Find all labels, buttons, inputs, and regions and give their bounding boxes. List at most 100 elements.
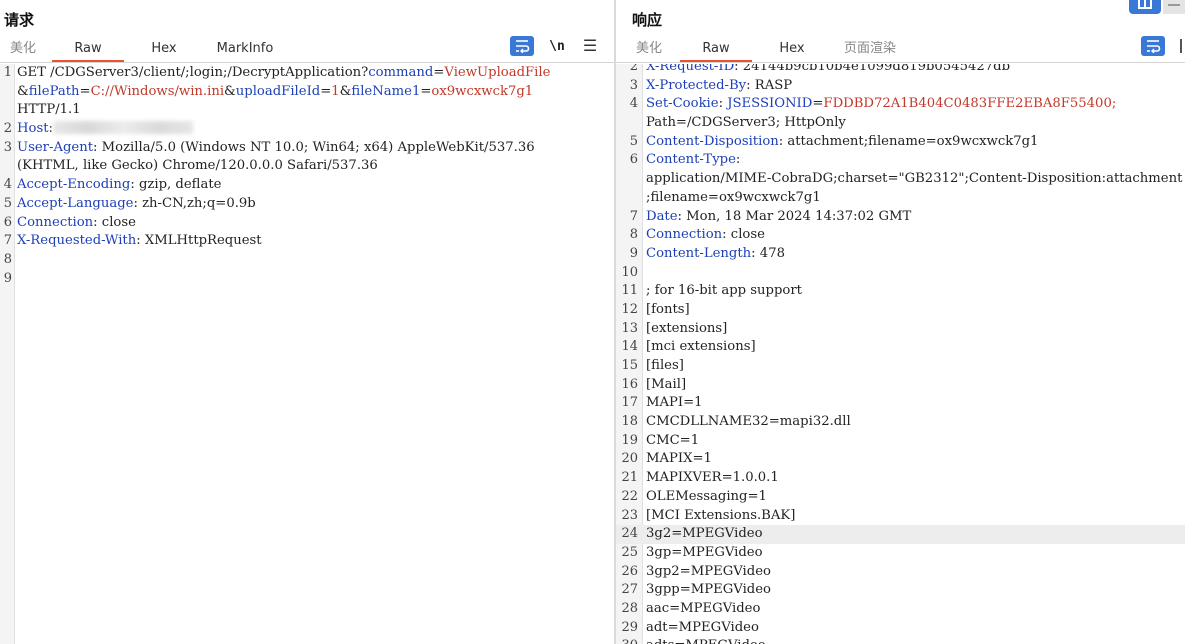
code-line: 24 3g2=MPEGVideo [616, 525, 1185, 544]
code-text: : [718, 96, 728, 112]
code-line: 11 ; for 16-bit app support [616, 282, 1185, 301]
tab-pretty[interactable]: 美化 [628, 38, 674, 62]
line-number: 29 [621, 619, 638, 635]
split-layout-icon [1138, 0, 1152, 9]
code-line: application/MIME-CobraDG;charset="GB2312… [616, 170, 1185, 189]
code-line: 8 Connection: close [616, 226, 1185, 245]
code-line: Path=/CDGServer3; HttpOnly [616, 114, 1185, 133]
tab-pretty[interactable]: 美化 [0, 38, 48, 62]
code-text: : gzip, deflate [130, 177, 222, 193]
code-text: HTTP/1.1 [17, 102, 81, 118]
code-text: [mci extensions] [646, 339, 756, 355]
code-text: : 478 [751, 245, 785, 261]
code-text: : RASP [746, 77, 793, 93]
code-text: [MCI Extensions.BAK] [646, 507, 796, 523]
header-key: command [368, 65, 434, 80]
line-number: 27 [621, 582, 638, 598]
code-text: CMCDLLNAME32=mapi32.dll [646, 414, 851, 430]
request-editor[interactable]: 1 GET /CDGServer3/client/;login;/DecryptA… [0, 64, 614, 644]
code-line: 6 Content-Type: [616, 151, 1185, 170]
code-text: ; for 16-bit app support [646, 283, 802, 299]
kebab-icon [1179, 39, 1182, 53]
code-line: 19 CMC=1 [616, 432, 1185, 451]
header-key: Content-Disposition [646, 133, 779, 149]
request-pane: 请求 美化 Raw Hex MarkInfo \n ☰ 1 GET /CDGSer… [0, 0, 614, 644]
show-newlines-button[interactable]: \n [545, 36, 569, 56]
tab-raw[interactable]: Raw [680, 38, 752, 62]
wrap-lines-icon [1147, 40, 1161, 53]
layout-stack-button[interactable] [1163, 0, 1185, 14]
line-number: 16 [621, 376, 638, 392]
request-code: 1 GET /CDGServer3/client/;login;/DecryptA… [0, 64, 614, 288]
code-line: 21 MAPIXVER=1.0.0.1 [616, 469, 1185, 488]
header-key: Content-Length [646, 245, 752, 261]
line-number: 17 [621, 395, 638, 411]
tab-hex[interactable]: Hex [134, 38, 194, 62]
header-key: Accept-Encoding [17, 177, 131, 193]
code-text: ;filename=ox9wcxwck7g1 [646, 189, 821, 205]
code-text: = [420, 83, 432, 99]
code-line: 3 User-Agent: Mozilla/5.0 (Windows NT 10.… [0, 139, 614, 158]
line-number: 7 [629, 208, 638, 224]
response-pane: 响应 美化 Raw Hex 页面渲染 2 X-Request-ID: 24144b… [616, 0, 1185, 644]
code-line: 27 3gpp=MPEGVideo [616, 581, 1185, 600]
line-number: 8 [3, 251, 12, 267]
response-code: 2 X-Request-ID: 24144b9cb10b4e1099d819b05… [616, 64, 1185, 644]
code-text: [extensions] [646, 320, 728, 336]
header-key: JSESSIONID [727, 96, 813, 112]
request-title: 请求 [4, 11, 35, 29]
code-text: GET /CDGServer3/client/;login;/DecryptAp… [17, 65, 369, 80]
line-number: 9 [3, 270, 12, 286]
line-number: 25 [621, 544, 638, 560]
line-number: 28 [621, 600, 638, 616]
code-text: : close [722, 227, 765, 243]
redacted-host [52, 121, 193, 135]
code-text: : Mon, 18 Mar 2024 14:37:02 GMT [677, 208, 912, 224]
code-line: 6 Connection: close [0, 214, 614, 233]
code-text: : [735, 152, 741, 168]
line-number: 6 [3, 214, 12, 230]
code-text: : close [93, 214, 136, 230]
code-text: : Mozilla/5.0 (Windows NT 10.0; Win64; x… [93, 139, 535, 155]
header-key: X-Protected-By [646, 77, 747, 93]
tab-render[interactable]: 页面渲染 [830, 38, 910, 62]
more-options-button[interactable] [1176, 36, 1185, 56]
line-number: 20 [621, 451, 638, 467]
code-line: 7 Date: Mon, 18 Mar 2024 14:37:02 GMT [616, 208, 1185, 227]
line-number: 6 [629, 152, 638, 168]
code-text: : attachment;filename=ox9wcxwck7g1 [778, 133, 1039, 149]
header-key: User-Agent [17, 139, 94, 155]
request-tabs: 美化 Raw Hex MarkInfo [0, 38, 290, 62]
code-line: ;filename=ox9wcxwck7g1 [616, 189, 1185, 208]
code-line: 5 Accept-Language: zh-CN,zh;q=0.9b [0, 195, 614, 214]
line-number: 9 [629, 245, 638, 261]
code-line: 4 Set-Cookie: JSESSIONID=FDDBD72A1B404C04… [616, 95, 1185, 114]
code-line: 14 [mci extensions] [616, 338, 1185, 357]
header-divider [616, 62, 1185, 63]
code-line: 18 CMCDLLNAME32=mapi32.dll [616, 413, 1185, 432]
code-line: 2 X-Request-ID: 24144b9cb10b4e1099d819b05… [616, 64, 1185, 77]
tab-markinfo[interactable]: MarkInfo [200, 38, 290, 62]
code-line: 17 MAPI=1 [616, 394, 1185, 413]
line-number: 26 [621, 563, 638, 579]
tab-raw[interactable]: Raw [52, 38, 124, 62]
code-line: 15 [files] [616, 357, 1185, 376]
layout-split-button[interactable] [1129, 0, 1161, 14]
line-number: 24 [621, 526, 638, 542]
code-line: 22 OLEMessaging=1 [616, 488, 1185, 507]
wrap-lines-button[interactable] [1141, 36, 1165, 56]
code-text: (KHTML, like Gecko) Chrome/120.0.0.0 Saf… [17, 158, 378, 174]
menu-icon[interactable]: ☰ [578, 36, 602, 56]
code-text: adt=MPEGVideo [646, 619, 759, 635]
line-number: 12 [621, 301, 638, 317]
tab-hex[interactable]: Hex [762, 38, 822, 62]
code-text: & [224, 83, 236, 99]
code-line: 26 3gp2=MPEGVideo [616, 563, 1185, 582]
line-number: 4 [3, 177, 12, 193]
line-number: 14 [621, 339, 638, 355]
header-key: filePath [28, 83, 80, 99]
line-number: 11 [621, 283, 638, 299]
response-editor[interactable]: 2 X-Request-ID: 24144b9cb10b4e1099d819b05… [616, 64, 1185, 644]
wrap-lines-button[interactable] [510, 36, 534, 56]
code-line: 23 [MCI Extensions.BAK] [616, 507, 1185, 526]
